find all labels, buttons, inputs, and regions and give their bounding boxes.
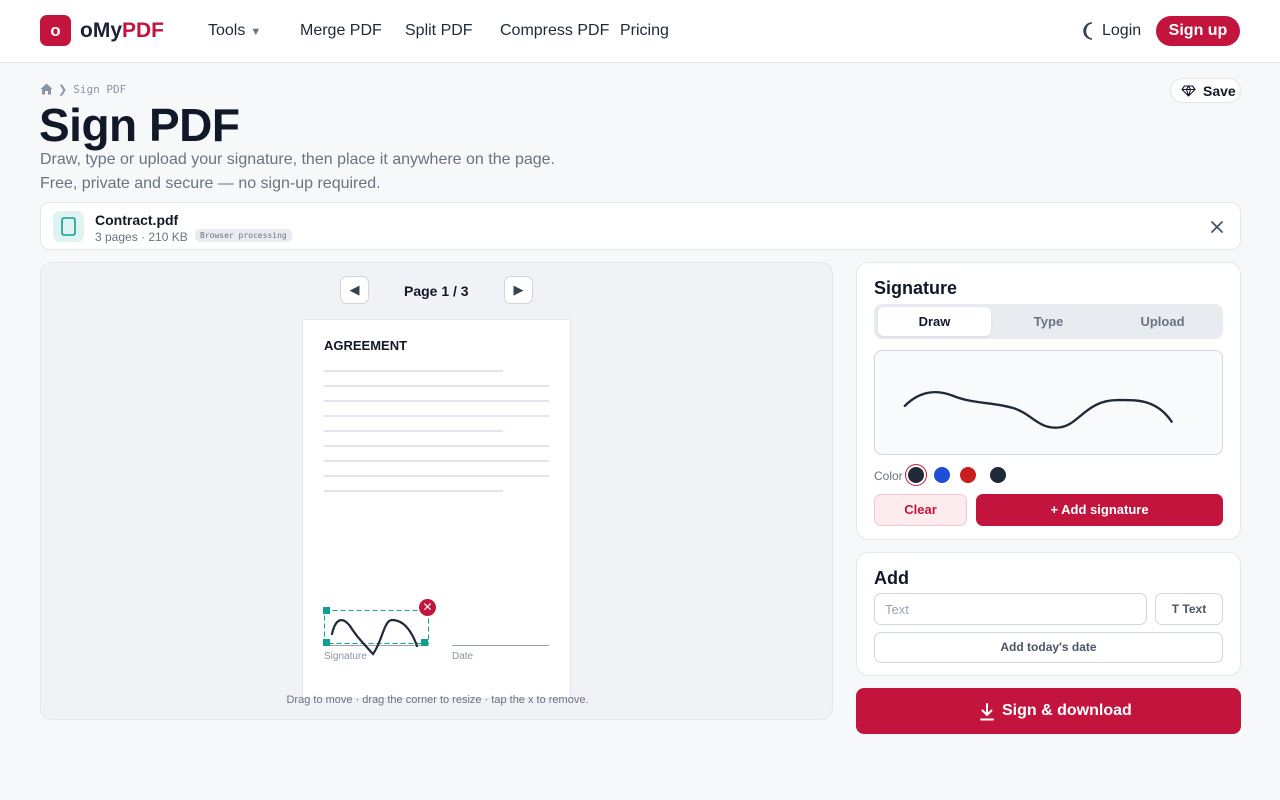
diamond-icon [1181, 85, 1196, 97]
date-line [452, 645, 549, 646]
pdf-page[interactable]: AGREEMENT Signature Date ✕ [302, 319, 571, 699]
file-name: Contract.pdf [95, 212, 179, 228]
text-placeholder-line [324, 490, 503, 492]
previous-page-button[interactable]: ◀ [340, 276, 369, 304]
resize-handle-bottom-left[interactable] [323, 639, 330, 646]
signature-mode-tabs: Draw Type Upload [874, 304, 1223, 339]
tab-type[interactable]: Type [992, 307, 1105, 336]
signature-panel: Signature Draw Type Upload Color Clear +… [856, 262, 1241, 540]
color-swatch-dark[interactable] [908, 467, 924, 483]
text-placeholder-line [324, 370, 503, 372]
nav-merge-pdf[interactable]: Merge PDF [300, 22, 382, 40]
signature-drawing-pad[interactable] [874, 350, 1223, 455]
document-preview-panel: ◀ Page 1 / 3 ▶ AGREEMENT Signature Date … [40, 262, 833, 720]
text-placeholder-line [324, 415, 549, 417]
logo-wordmark-accent: PDF [122, 19, 164, 42]
resize-handle-top-left[interactable] [323, 607, 330, 614]
save-button-label: Save [1203, 83, 1236, 99]
page-title: Sign PDF [39, 99, 240, 151]
browser-processing-badge: Browser processing [195, 229, 292, 242]
color-swatch-red[interactable] [960, 467, 976, 483]
text-placeholder-line [324, 475, 549, 477]
logo-wordmark-prefix: oMy [80, 19, 122, 42]
logo-wordmark[interactable]: oMyPDF [80, 19, 164, 43]
nav-tools-menu[interactable]: Tools ▼ [208, 22, 261, 40]
color-swatch-charcoal[interactable] [990, 467, 1006, 483]
text-placeholder-line [324, 430, 503, 432]
tab-upload[interactable]: Upload [1106, 307, 1219, 336]
moon-icon[interactable] [1082, 21, 1098, 41]
caret-down-icon: ▼ [250, 26, 262, 38]
logo-mark[interactable]: o [40, 15, 71, 46]
signup-button[interactable]: Sign up [1156, 16, 1240, 46]
text-placeholder-line [324, 385, 549, 387]
add-date-button[interactable]: Add today's date [874, 632, 1223, 663]
page-subtitle-line1: Draw, type or upload your signature, the… [40, 151, 555, 168]
text-placeholder-line [324, 445, 549, 447]
tab-draw[interactable]: Draw [878, 307, 991, 336]
save-button[interactable]: Save [1170, 78, 1241, 103]
close-icon[interactable] [1209, 219, 1225, 235]
remove-signature-button[interactable]: ✕ [419, 599, 436, 616]
placed-signature[interactable] [324, 608, 429, 658]
text-input[interactable] [874, 593, 1147, 625]
color-swatch-blue[interactable] [934, 467, 950, 483]
text-placeholder-line [324, 400, 549, 402]
resize-handle-bottom-right[interactable] [421, 639, 428, 646]
file-meta: 3 pages · 210 KB [95, 230, 188, 244]
document-icon [53, 211, 84, 242]
nav-tools-label: Tools [208, 22, 246, 39]
add-signature-button[interactable]: + Add signature [976, 494, 1223, 526]
add-panel: Add T Text Add today's date [856, 552, 1241, 676]
sign-and-download-label: Sign & download [1002, 702, 1132, 719]
file-info-bar: Contract.pdf 3 pages · 210 KB Browser pr… [40, 202, 1241, 250]
clear-signature-button[interactable]: Clear [874, 494, 967, 526]
breadcrumb-separator: ❯ [58, 83, 68, 96]
color-label: Color [874, 469, 903, 483]
page-subtitle-line2: Free, private and secure — no sign-up re… [40, 175, 381, 192]
add-text-button[interactable]: T Text [1155, 593, 1223, 625]
breadcrumb: ❯ Sign PDF [40, 82, 126, 96]
breadcrumb-current: Sign PDF [73, 82, 127, 96]
next-page-button[interactable]: ▶ [504, 276, 533, 304]
nav-compress-pdf[interactable]: Compress PDF [500, 22, 609, 40]
sign-and-download-button[interactable]: Sign & download [856, 688, 1241, 734]
home-icon[interactable] [40, 83, 53, 95]
preview-hint: Drag to move · drag the corner to resize… [286, 694, 589, 706]
signature-panel-title: Signature [874, 278, 958, 298]
text-placeholder-line [324, 460, 549, 462]
download-icon [980, 703, 994, 721]
date-field-label: Date [452, 651, 474, 662]
document-heading: AGREEMENT [324, 338, 408, 353]
page-indicator: Page 1 / 3 [404, 283, 469, 299]
nav-split-pdf[interactable]: Split PDF [405, 22, 473, 40]
login-link[interactable]: Login [1102, 22, 1141, 40]
nav-pricing[interactable]: Pricing [620, 22, 669, 40]
add-panel-title: Add [874, 568, 909, 588]
top-navigation-bar: o oMyPDF Tools ▼ Merge PDF Split PDF Comp… [0, 0, 1280, 63]
